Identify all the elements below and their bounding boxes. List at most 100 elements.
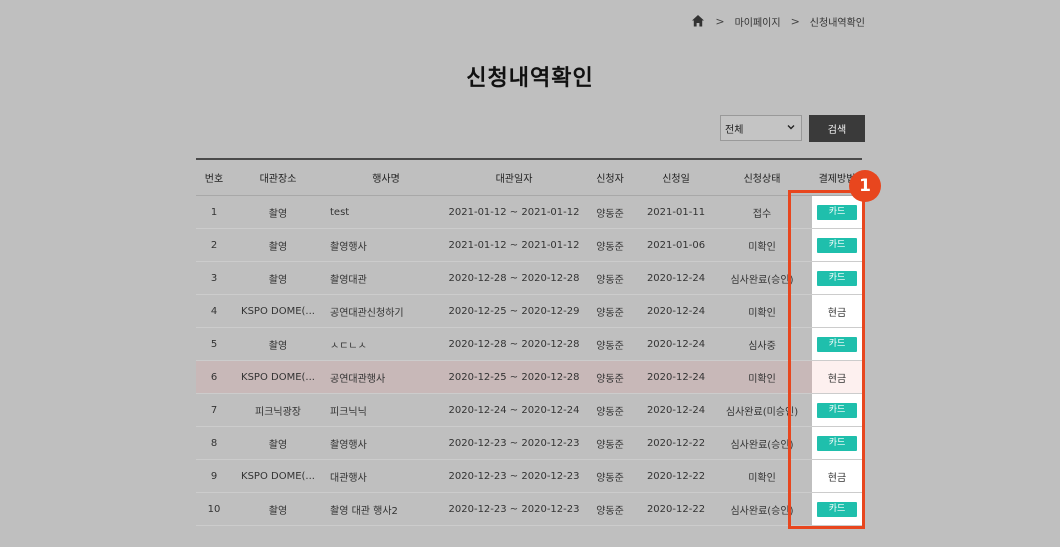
cell-date: 2021-01-11 <box>640 195 712 229</box>
filter-selected-value: 전체 <box>725 124 744 136</box>
table-row[interactable]: 3 촬영 촬영대관 2020-12-28 ~ 2020-12-28 양동준 2020-12… <box>196 261 862 295</box>
header-applicant: 신청자 <box>580 158 640 196</box>
table-body: 1 촬영 test 2021-01-12 ~ 2021-01-12 양동준 2021-01… <box>196 195 862 526</box>
cell-date: 2020-12-24 <box>640 294 712 328</box>
cell-payment: 카드 <box>812 228 862 262</box>
cell-event: ㅅㄷㄴㅅ <box>324 327 448 361</box>
cell-applicant: 양동준 <box>580 360 640 394</box>
cell-number: 9 <box>196 459 232 493</box>
cell-status: 접수 <box>712 195 812 229</box>
header-event: 행사명 <box>324 158 448 196</box>
cell-date: 2020-12-22 <box>640 459 712 493</box>
cell-event: 촬영대관 <box>324 261 448 295</box>
table-row[interactable]: 8 촬영 촬영행사 2020-12-23 ~ 2020-12-23 양동준 2020-12… <box>196 426 862 460</box>
cell-number: 4 <box>196 294 232 328</box>
cell-payment: 카드 <box>812 327 862 361</box>
chevron-right-icon: > <box>715 14 725 28</box>
payment-card-badge: 카드 <box>817 336 857 352</box>
cell-period: 2021-01-12 ~ 2021-01-12 <box>448 228 580 262</box>
cell-number: 6 <box>196 360 232 394</box>
cell-place: 촬영 <box>232 228 324 262</box>
cell-status: 미확인 <box>712 360 812 394</box>
cell-period: 2020-12-24 ~ 2020-12-24 <box>448 393 580 427</box>
cell-date: 2020-12-24 <box>640 360 712 394</box>
chevron-down-icon <box>786 122 796 135</box>
cell-period: 2020-12-23 ~ 2020-12-23 <box>448 426 580 460</box>
table-row[interactable]: 10 촬영 촬영 대관 행사2 2020-12-23 ~ 2020-12-23 양동준 2… <box>196 492 862 526</box>
header-place: 대관장소 <box>232 158 324 196</box>
cell-payment: 카드 <box>812 492 862 526</box>
table-row[interactable]: 4 KSPO DOME(... 공연대관신청하기 2020-12-25 ~ 2020-… <box>196 294 862 328</box>
cell-place: 촬영 <box>232 261 324 295</box>
table-row[interactable]: 1 촬영 test 2021-01-12 ~ 2021-01-12 양동준 2021-01… <box>196 195 862 229</box>
page-title: 신청내역확인 <box>466 66 594 91</box>
payment-cash-label: 현금 <box>827 472 847 484</box>
payment-card-badge: 카드 <box>817 501 857 517</box>
payment-card-badge: 카드 <box>817 402 857 418</box>
cell-period: 2021-01-12 ~ 2021-01-12 <box>448 195 580 229</box>
breadcrumb-current: 신청내역확인 <box>809 17 865 29</box>
cell-number: 3 <box>196 261 232 295</box>
cell-number: 7 <box>196 393 232 427</box>
cell-number: 8 <box>196 426 232 460</box>
cell-status: 심사완료(미승인) <box>712 393 812 427</box>
cell-place: 촬영 <box>232 327 324 361</box>
cell-payment: 카드 <box>812 393 862 427</box>
cell-event: 공연대관신청하기 <box>324 294 448 328</box>
payment-card-badge: 카드 <box>817 270 857 286</box>
cell-place: 촬영 <box>232 426 324 460</box>
cell-number: 10 <box>196 492 232 526</box>
cell-applicant: 양동준 <box>580 228 640 262</box>
cell-applicant: 양동준 <box>580 294 640 328</box>
cell-date: 2020-12-24 <box>640 261 712 295</box>
cell-period: 2020-12-23 ~ 2020-12-23 <box>448 492 580 526</box>
cell-payment: 현금 <box>812 294 862 328</box>
cell-date: 2020-12-22 <box>640 426 712 460</box>
cell-applicant: 양동준 <box>580 459 640 493</box>
payment-cash-label: 현금 <box>827 307 847 319</box>
home-icon[interactable] <box>691 14 705 28</box>
cell-event: 피크닉닉 <box>324 393 448 427</box>
breadcrumb-mypage[interactable]: 마이페이지 <box>735 14 781 29</box>
breadcrumb: > 마이페이지 > 신청내역확인 <box>691 12 865 30</box>
cell-event: 공연대관행사 <box>324 360 448 394</box>
cell-event: 촬영행사 <box>324 426 448 460</box>
cell-event: test <box>324 195 448 229</box>
payment-card-badge: 카드 <box>817 435 857 451</box>
payment-card-badge: 카드 <box>817 204 857 220</box>
cell-applicant: 양동준 <box>580 195 640 229</box>
cell-date: 2021-01-06 <box>640 228 712 262</box>
header-number: 번호 <box>196 158 232 196</box>
cell-status: 미확인 <box>712 294 812 328</box>
header-period: 대관일자 <box>448 158 580 196</box>
cell-place: 촬영 <box>232 195 324 229</box>
cell-number: 1 <box>196 195 232 229</box>
cell-period: 2020-12-25 ~ 2020-12-28 <box>448 360 580 394</box>
table-row[interactable]: 9 KSPO DOME(... 대관행사 2020-12-23 ~ 2020-12-2… <box>196 459 862 493</box>
header-date: 신청일 <box>640 158 712 196</box>
cell-status: 심사완료(승인) <box>712 492 812 526</box>
table-row[interactable]: 7 피크닉광장 피크닉닉 2020-12-24 ~ 2020-12-24 양동준 2020… <box>196 393 862 427</box>
cell-event: 촬영행사 <box>324 228 448 262</box>
table-row[interactable]: 2 촬영 촬영행사 2021-01-12 ~ 2021-01-12 양동준 2021-01… <box>196 228 862 262</box>
cell-applicant: 양동준 <box>580 426 640 460</box>
cell-period: 2020-12-25 ~ 2020-12-29 <box>448 294 580 328</box>
cell-payment: 카드 <box>812 261 862 295</box>
table-header-row: 번호 대관장소 행사명 대관일자 신청자 신청일 신청상태 결제방법 <box>196 158 862 196</box>
table-row[interactable]: 6 KSPO DOME(... 공연대관행사 2020-12-25 ~ 2020-12… <box>196 360 862 394</box>
cell-date: 2020-12-24 <box>640 327 712 361</box>
cell-status: 심사완료(승인) <box>712 426 812 460</box>
application-table: 번호 대관장소 행사명 대관일자 신청자 신청일 신청상태 결제방법 1 촬영 te… <box>196 158 862 526</box>
status-filter-select[interactable]: 전체 <box>720 115 802 141</box>
search-button[interactable]: 검색 <box>809 115 865 142</box>
cell-event: 대관행사 <box>324 459 448 493</box>
cell-payment: 현금 <box>812 360 862 394</box>
table-row[interactable]: 5 촬영 ㅅㄷㄴㅅ 2020-12-28 ~ 2020-12-28 양동준 2020-12… <box>196 327 862 361</box>
payment-card-badge: 카드 <box>817 237 857 253</box>
cell-place: 촬영 <box>232 492 324 526</box>
cell-period: 2020-12-23 ~ 2020-12-23 <box>448 459 580 493</box>
cell-applicant: 양동준 <box>580 327 640 361</box>
cell-period: 2020-12-28 ~ 2020-12-28 <box>448 261 580 295</box>
cell-date: 2020-12-24 <box>640 393 712 427</box>
cell-number: 2 <box>196 228 232 262</box>
